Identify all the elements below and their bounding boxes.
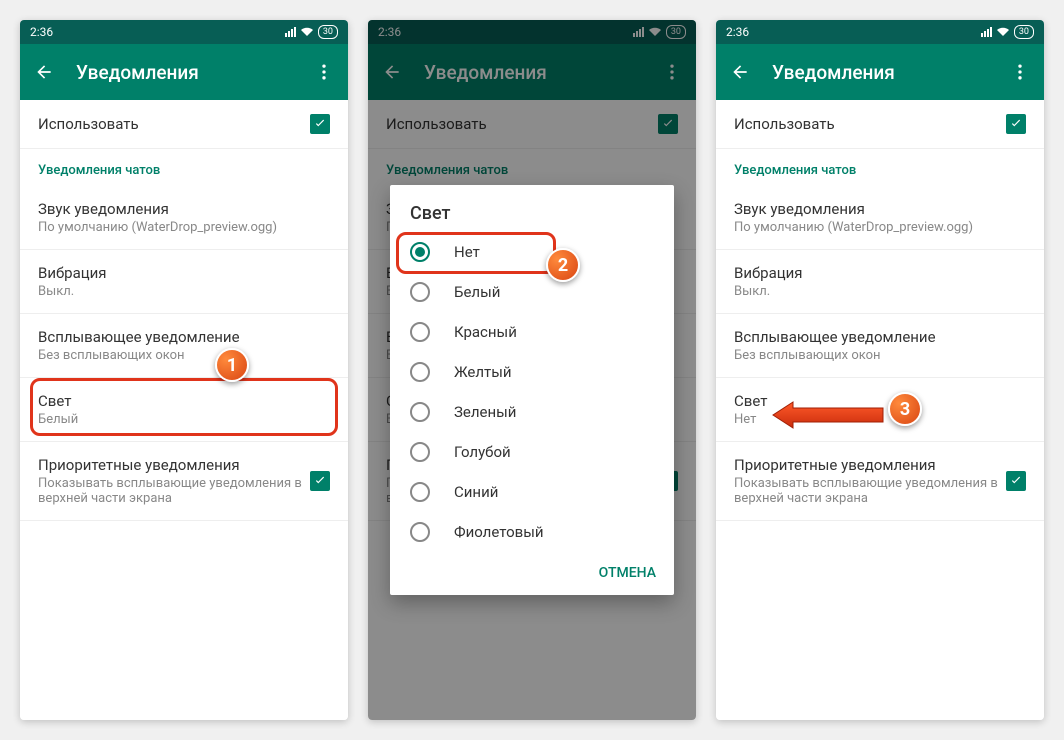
radio-icon xyxy=(410,282,430,302)
phone-screen-2: 2:36 30 Уведомления Использовать Уведомл… xyxy=(368,20,696,720)
status-bar: 2:36 30 xyxy=(368,20,696,44)
status-icons: 30 xyxy=(981,25,1034,39)
app-bar: Уведомления xyxy=(716,44,1044,100)
radio-option[interactable]: Белый xyxy=(390,272,674,312)
radio-icon xyxy=(410,322,430,342)
arrow-indicator xyxy=(768,400,888,430)
battery-icon: 30 xyxy=(1014,25,1034,39)
battery-icon: 30 xyxy=(318,25,338,39)
row-popup[interactable]: Всплывающее уведомление Без всплывающих … xyxy=(716,314,1044,378)
radio-option[interactable]: Красный xyxy=(390,312,674,352)
radio-option[interactable]: Голубой xyxy=(390,432,674,472)
radio-label: Нет xyxy=(454,243,480,261)
phone-screen-3: 2:36 30 Уведомления Использовать Уведомл… xyxy=(716,20,1044,720)
status-bar: 2:36 30 xyxy=(20,20,348,44)
status-icons: 30 xyxy=(633,25,686,39)
menu-button[interactable] xyxy=(312,60,336,84)
appbar-title: Уведомления xyxy=(76,61,312,84)
sound-sub: По умолчанию (WaterDrop_preview.ogg) xyxy=(38,220,330,235)
radio-label: Синий xyxy=(454,483,498,501)
status-time: 2:36 xyxy=(378,25,401,39)
app-bar: Уведомления xyxy=(368,44,696,100)
appbar-title: Уведомления xyxy=(772,61,1008,84)
radio-icon xyxy=(410,522,430,542)
back-button[interactable] xyxy=(380,60,404,84)
dialog-title: Свет xyxy=(390,203,674,232)
signal-icon xyxy=(633,27,644,37)
radio-icon xyxy=(410,442,430,462)
menu-button[interactable] xyxy=(660,60,684,84)
status-time: 2:36 xyxy=(726,25,749,39)
priority-sub: Показывать всплывающие уведомления в вер… xyxy=(38,476,310,506)
status-time: 2:36 xyxy=(30,25,53,39)
row-use-notifications[interactable]: Использовать xyxy=(20,100,348,149)
radio-label: Голубой xyxy=(454,443,511,461)
back-button[interactable] xyxy=(32,60,56,84)
priority-title: Приоритетные уведомления xyxy=(38,456,310,474)
row-priority[interactable]: Приоритетные уведомления Показывать вспл… xyxy=(20,442,348,521)
callout-3: 3 xyxy=(888,392,922,426)
vibration-title: Вибрация xyxy=(38,264,330,282)
wifi-icon xyxy=(648,27,662,37)
callout-1: 1 xyxy=(215,348,249,382)
battery-icon: 30 xyxy=(666,25,686,39)
use-checkbox[interactable] xyxy=(310,114,330,134)
appbar-title: Уведомления xyxy=(424,61,660,84)
row-sound[interactable]: Звук уведомления По умолчанию (WaterDrop… xyxy=(20,186,348,250)
radio-icon xyxy=(410,402,430,422)
dialog-cancel-button[interactable]: ОТМЕНА xyxy=(599,565,656,581)
signal-icon xyxy=(981,27,992,37)
wifi-icon xyxy=(300,27,314,37)
use-checkbox[interactable] xyxy=(1006,114,1026,134)
callout-2: 2 xyxy=(546,248,580,282)
back-button[interactable] xyxy=(728,60,752,84)
row-vibration[interactable]: Вибрация Выкл. xyxy=(20,250,348,314)
light-title: Свет xyxy=(38,392,330,410)
radio-label: Фиолетовый xyxy=(454,523,544,541)
radio-option[interactable]: Желтый xyxy=(390,352,674,392)
signal-icon xyxy=(285,27,296,37)
row-sound[interactable]: Звук уведомления По умолчанию (WaterDrop… xyxy=(716,186,1044,250)
phone-screen-1: 2:36 30 Уведомления Использовать Уведомл… xyxy=(20,20,348,720)
radio-icon xyxy=(410,362,430,382)
radio-option[interactable]: Нет xyxy=(390,232,674,272)
wifi-icon xyxy=(996,27,1010,37)
app-bar: Уведомления xyxy=(20,44,348,100)
row-vibration[interactable]: Вибрация Выкл. xyxy=(716,250,1044,314)
light-sub: Белый xyxy=(38,412,330,427)
sound-title: Звук уведомления xyxy=(38,200,330,218)
menu-button[interactable] xyxy=(1008,60,1032,84)
radio-option[interactable]: Синий xyxy=(390,472,674,512)
settings-content: Использовать Уведомления чатов Звук увед… xyxy=(20,100,348,720)
row-popup[interactable]: Всплывающее уведомление Без всплывающих … xyxy=(20,314,348,378)
row-use-notifications[interactable]: Использовать xyxy=(716,100,1044,149)
radio-label: Белый xyxy=(454,283,500,301)
status-bar: 2:36 30 xyxy=(716,20,1044,44)
popup-title: Всплывающее уведомление xyxy=(38,328,330,346)
light-dialog: Свет Нет Белый Красный Желтый Зеленый Голубой… xyxy=(390,185,674,595)
priority-checkbox[interactable] xyxy=(1006,471,1026,491)
status-icons: 30 xyxy=(285,25,338,39)
priority-checkbox[interactable] xyxy=(310,471,330,491)
radio-icon xyxy=(410,242,430,262)
section-chat-notifications: Уведомления чатов xyxy=(716,149,1044,186)
vibration-sub: Выкл. xyxy=(38,284,330,299)
radio-option[interactable]: Зеленый xyxy=(390,392,674,432)
radio-label: Зеленый xyxy=(454,403,516,421)
radio-label: Красный xyxy=(454,323,517,341)
section-chat-notifications: Уведомления чатов xyxy=(20,149,348,186)
radio-label: Желтый xyxy=(454,363,512,381)
popup-sub: Без всплывающих окон xyxy=(38,348,330,363)
radio-option[interactable]: Фиолетовый xyxy=(390,512,674,552)
radio-icon xyxy=(410,482,430,502)
use-label: Использовать xyxy=(38,115,310,133)
row-light[interactable]: Свет Белый xyxy=(20,378,348,442)
row-priority[interactable]: Приоритетные уведомления Показывать вспл… xyxy=(716,442,1044,521)
